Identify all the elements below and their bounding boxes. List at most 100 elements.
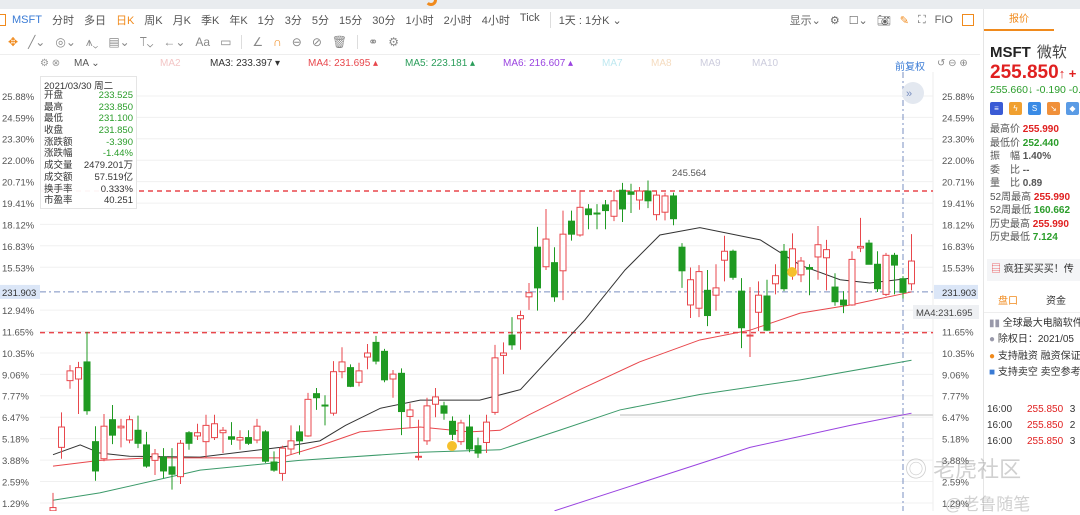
period-tab[interactable]: 3分 [285,12,302,28]
window-title-strip [0,0,1080,9]
ma8-label[interactable]: MA8 [651,58,672,69]
level-tool-icon[interactable]: ⟙⌄ [140,35,154,50]
candle-down [670,195,677,220]
ma7-label[interactable]: MA7 [602,58,623,69]
candlestick-chart[interactable]: 25.88% 25.88% 24.59% 24.59% 23.30% 23.30% 22.0… [0,72,980,512]
checkbox-icon[interactable] [0,14,6,26]
settings-icon[interactable]: ⚙ [830,14,840,27]
right-axis-tick: 19.41% [942,199,975,210]
stat-label: 量 比 [990,178,1020,189]
period-tab[interactable]: 4小时 [482,12,510,28]
candle-up [687,279,694,306]
candle-down [780,250,788,290]
tab-order-book[interactable]: 盘口 [998,291,1018,312]
move-icon[interactable]: ✥ [8,35,18,49]
period-tab[interactable]: 日K [116,12,134,28]
period-tab[interactable]: 1小时 [406,12,434,28]
period-tab[interactable]: 周K [144,12,162,28]
pencil-icon[interactable]: ✎ [900,14,909,27]
tooltip-label: 涨跌幅 [44,148,73,160]
after-hours-quote: 255.660↓ -0.190 -0. [990,84,1080,96]
ma6-label[interactable]: MA6: 216.607 ▴ [503,58,573,69]
trade-time: 16:00 [987,403,1013,415]
short-icon[interactable]: ↘ [1047,102,1060,115]
candle-down [381,350,388,381]
tag-icon[interactable]: ◆ [1066,102,1079,115]
comment-icon[interactable]: ▭ [220,35,231,49]
tab-quote[interactable]: 报价 [984,9,1054,31]
hide-icon[interactable]: ⊘ [312,35,322,49]
layout-select-icon[interactable]: ☐⌄ [849,14,868,27]
fullscreen-icon[interactable]: ⛶ [918,14,926,27]
trade-volume: 2 [1069,419,1076,431]
ma5-label[interactable]: MA5: 223.181 ▴ [405,58,475,69]
angle-icon[interactable]: ∠ [252,35,263,49]
candle-down [831,286,839,303]
magnet-icon[interactable]: ∩ [273,35,282,49]
period-tab[interactable]: 2小时 [444,12,472,28]
adjust-select[interactable]: 前复权 [895,58,925,73]
range-select[interactable]: 1天 : 1分K ⌄ [549,12,622,28]
text-tool-icon[interactable]: Aa [195,35,210,49]
candle-up [432,396,439,405]
line-tool-icon[interactable]: ╱⌄ [28,35,45,49]
arrow-tool-icon[interactable]: ←⌄ [163,35,185,49]
candle-down [321,404,329,407]
tooltip-label: 成交量 [44,160,73,172]
period-tab[interactable]: 分时 [52,12,74,28]
ma3-label[interactable]: MA3: 233.397 ▾ [210,58,280,69]
ma10-label[interactable]: MA10 [752,58,778,69]
link-icon[interactable]: ⚭ [368,35,378,49]
left-axis-tick: 22.00% [2,156,35,167]
candle-up [712,287,720,296]
company-icon: ▮▮ [989,317,1003,329]
candle-down [449,420,456,435]
stat-row: 历史最低 7.124 [990,231,1080,245]
tab-capital[interactable]: 资金 [1046,291,1066,312]
lightning-icon[interactable]: ϟ [1009,102,1022,115]
tooltip-value: 233.850 [98,101,133,113]
candle-up [202,424,210,443]
left-axis-tick: 12.94% [2,306,35,317]
period-tab[interactable]: 1分 [258,12,275,28]
candle-down [738,290,745,329]
stat-row: 量 比 0.89 [990,177,1080,191]
period-tab[interactable]: 5分 [312,12,329,28]
chart-canvas[interactable]: 25.88% 25.88% 24.59% 24.59% 23.30% 23.30% 22.0… [0,72,980,512]
fib-tool-icon[interactable]: ▤⌄ [108,35,129,49]
period-tab[interactable]: 30分 [372,12,395,28]
eye-icon[interactable]: ⊖ [292,35,302,49]
double-chevron-right-icon[interactable]: » [906,88,912,100]
trash-icon[interactable]: 🗑︎ [332,35,347,49]
candle-up [797,260,805,276]
period-tab[interactable]: 多日 [84,12,106,28]
ma-indicator-bar: ⚙ ⊗ MA ⌄ MA2 MA3: 233.397 ▾ MA4: 231.695… [0,54,980,73]
candle-down [874,263,881,290]
ma-select[interactable]: MA ⌄ [74,58,100,69]
panel-toggle-icon[interactable] [962,14,974,26]
display-menu[interactable]: 显示⌄ [790,12,821,28]
symbol-label[interactable]: MSFT [12,14,42,26]
quote-panel: 报价 MSFT 微软 255.850↑ + 255.660↓ -0.190 -0.… [983,9,1080,511]
dollar-icon[interactable]: S [1028,102,1041,115]
stat-value: 7.124 [1032,232,1058,243]
candle-up [126,419,133,441]
period-tab[interactable]: 15分 [339,12,362,28]
period-tab[interactable]: 季K [201,12,219,28]
ma4-label[interactable]: MA4: 231.695 ▴ [308,58,378,69]
period-tab[interactable]: 月K [173,12,191,28]
period-tab[interactable]: 年K [229,12,247,28]
left-axis-tick: 11.65% [2,328,34,339]
zoom-controls-icon[interactable]: ↺ ⊖ ⊕ [937,58,968,69]
tooltip-value: -1.44% [102,148,133,160]
ma2-label[interactable]: MA2 [160,58,181,69]
ma-settings-icon[interactable]: ⚙ ⊗ [40,58,60,69]
f10-button[interactable]: FIO [935,14,953,26]
camera-icon[interactable]: 📷︎ [877,14,891,27]
promo-banner[interactable]: ▤ 疯狂买买买！传 [987,258,1080,281]
circle-tool-icon[interactable]: ◎⌄ [55,35,76,49]
pattern-tool-icon[interactable]: ⩚⌄ [86,35,98,50]
ma9-label[interactable]: MA9 [700,58,721,69]
draw-settings-icon[interactable]: ⚙ [388,35,399,49]
period-tab[interactable]: Tick [520,12,540,28]
